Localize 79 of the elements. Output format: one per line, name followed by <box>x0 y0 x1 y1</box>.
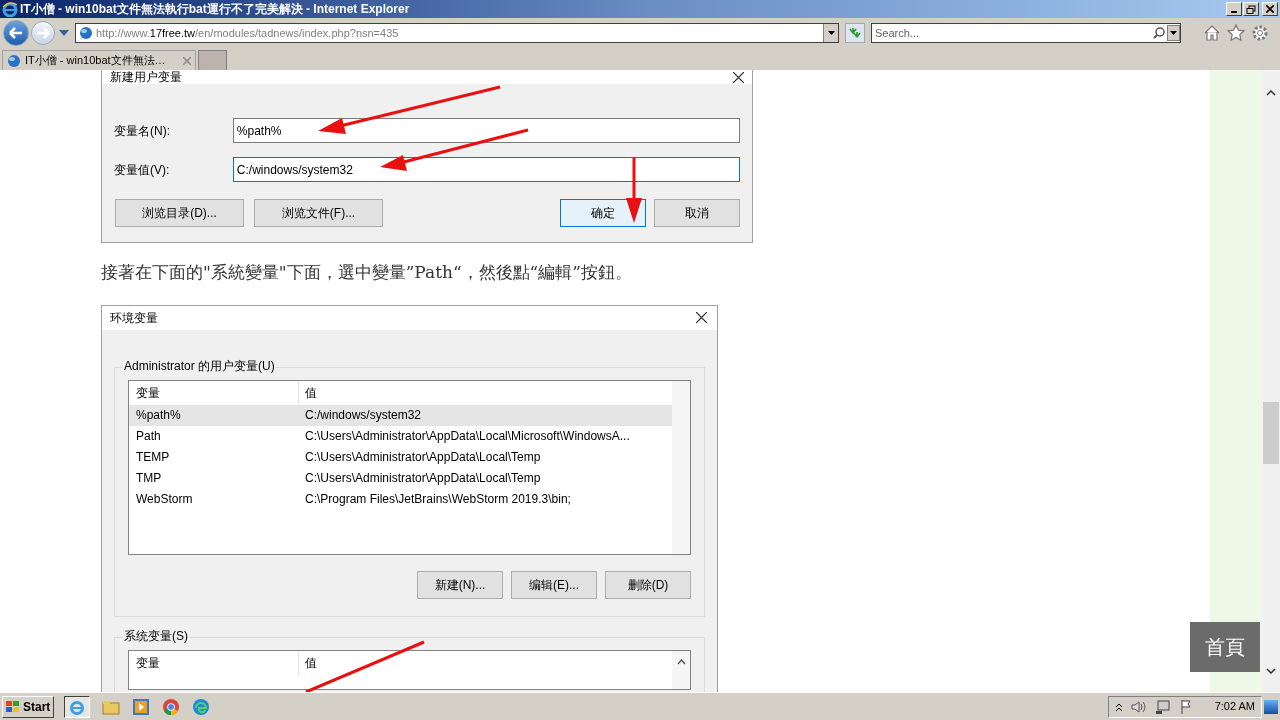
list-view[interactable]: 变量 值 <box>128 649 691 690</box>
scrollbar[interactable] <box>672 380 690 554</box>
list-cell-text: C:\Users\Administrator\AppData\Local\Temp <box>304 449 541 466</box>
clock: 7:02 AM <box>1214 699 1255 715</box>
home-icon[interactable] <box>1203 24 1221 42</box>
column-header: 变量 <box>129 650 299 675</box>
article-paragraph: 接著在下面的"系統變量"下面，選中變量”Path“，然後點“編輯”按鈕。 <box>101 261 632 284</box>
refresh-button[interactable] <box>845 23 865 43</box>
list-row[interactable]: TMP C:\Users\Administrator\AppData\Local\Temp <box>129 467 672 489</box>
list-row[interactable]: WebStorm C:\Program Files\JetBrains\WebStorm 2019.3\bin; <box>129 488 672 510</box>
scroll-down-icon[interactable] <box>1266 668 1276 674</box>
browser-logo-icon <box>2 1 18 17</box>
list-cell-text: WebStorm <box>135 491 194 508</box>
list-view[interactable] <box>128 379 691 555</box>
scroll-thumb[interactable] <box>1263 402 1279 464</box>
dialog-button[interactable]: 删除(D) <box>605 570 691 599</box>
list-cell-text: TMP <box>135 470 163 487</box>
windows-logo-icon <box>5 699 21 714</box>
list-cell-text: C:\Program Files\JetBrains\WebStorm 2019.3\bin; <box>304 491 571 508</box>
settings-icon[interactable] <box>1251 24 1269 42</box>
list-row[interactable]: %path% C:/windows/system32 <box>129 404 672 426</box>
browser-taskbar-icon[interactable] <box>64 695 90 718</box>
input-field[interactable]: %path% <box>232 118 740 143</box>
refresh-icon <box>848 27 862 39</box>
list-row[interactable]: TEMP C:\Users\Administrator\AppData\Local\Temp <box>129 446 672 468</box>
home-button[interactable]: 首頁 <box>1190 622 1260 672</box>
list-row[interactable]: Path C:\Users\Administrator\AppData\Local\Microsoft\WindowsA... <box>129 425 672 447</box>
dialog-button[interactable]: 确定 <box>560 199 646 227</box>
list-cell-text: TEMP <box>135 449 171 466</box>
show-desktop-icon[interactable] <box>1264 699 1278 714</box>
start-button[interactable]: Start <box>2 695 54 718</box>
star-icon[interactable] <box>1227 24 1245 42</box>
minimize-button[interactable] <box>1226 2 1242 16</box>
restore-icon <box>1246 4 1256 14</box>
chevron-up-icon[interactable] <box>1114 701 1123 712</box>
globe-icon <box>79 26 93 40</box>
column-header: 变量 <box>129 380 299 405</box>
list-cell-text: C:\Users\Administrator\AppData\Local\Temp <box>304 470 541 487</box>
column-header: 值 <box>304 654 318 672</box>
dialog-button[interactable]: 新建(N)... <box>417 570 503 599</box>
dialog-button[interactable]: 编辑(E)... <box>511 570 597 599</box>
group-label: Administrator 的用户变量(U) <box>123 358 276 373</box>
close-icon[interactable] <box>696 312 707 323</box>
list-cell-text: C:\Users\Administrator\AppData\Local\Microsoft\WindowsA... <box>304 428 630 445</box>
chrome-icon[interactable] <box>162 697 180 716</box>
annotation-arrow <box>626 158 642 223</box>
dropdown-icon[interactable] <box>823 24 838 42</box>
dialog-title: 环境变量 <box>110 309 158 327</box>
restore-button[interactable] <box>1243 2 1259 16</box>
window-title: IT小僧 - win10bat文件無法執行bat運行不了完美解決 - Internet Explorer <box>20 1 410 18</box>
scrollbar[interactable] <box>1262 70 1280 692</box>
scrollbar[interactable] <box>672 650 690 689</box>
field-label: 变量名(N): <box>114 122 171 140</box>
arrow-right-icon <box>36 27 50 39</box>
back-button[interactable] <box>3 20 29 46</box>
list-cell-text: %path% <box>135 407 182 424</box>
media-player-icon[interactable] <box>132 697 150 716</box>
group-label: 系统变量(S) <box>123 628 189 643</box>
network-icon[interactable] <box>1154 698 1171 715</box>
close-icon[interactable] <box>733 71 744 83</box>
globe-icon <box>7 53 21 68</box>
column-header: 值 <box>304 384 318 402</box>
arrow-left-icon <box>9 27 23 39</box>
scroll-up-icon[interactable] <box>676 658 686 665</box>
scroll-up-icon[interactable] <box>1266 90 1276 96</box>
field-label: 变量值(V): <box>114 161 171 179</box>
dialog-button[interactable]: 浏览文件(F)... <box>254 199 383 227</box>
browser-tab[interactable]: IT小僧 - win10bat文件無法… <box>2 50 196 70</box>
list-cell-text: C:/windows/system32 <box>304 407 422 424</box>
close-button[interactable] <box>1262 2 1278 16</box>
address-field[interactable]: http://www.17free.tw/en/modules/tadnews/index.php?nsn=435 <box>75 23 839 43</box>
list-cell-text: Path <box>135 428 162 445</box>
close-icon <box>1266 5 1274 13</box>
address-text: http://www.17free.tw/en/modules/tadnews/index.php?nsn=435 <box>96 25 399 41</box>
input-field[interactable]: C:/windows/system32 <box>232 157 740 182</box>
speaker-icon[interactable] <box>1130 699 1147 714</box>
dialog-title: 新建用户变量 <box>110 71 182 83</box>
dialog-button[interactable]: 浏览目录(D)... <box>115 199 244 227</box>
dialog-button[interactable]: 取消 <box>654 199 740 227</box>
